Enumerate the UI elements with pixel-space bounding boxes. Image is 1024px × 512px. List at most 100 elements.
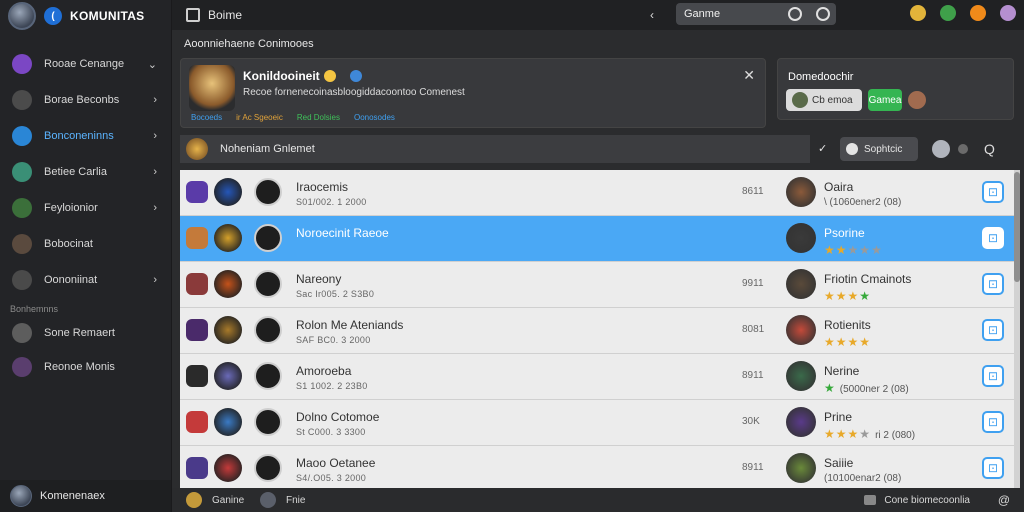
side-card-game-button[interactable]: Gamea: [868, 89, 902, 111]
star-icon: ★: [824, 427, 836, 441]
sidebar-section-item[interactable]: Sone Remaert: [0, 316, 171, 350]
side-card-title: Domedoochir: [788, 71, 854, 83]
game-avatar: [214, 316, 242, 344]
file-icon: [260, 492, 276, 508]
star-icon: ★: [824, 381, 836, 395]
gem-icon[interactable]: [940, 5, 956, 21]
filter-avatar[interactable]: [932, 140, 950, 158]
add-button[interactable]: ⊡: [982, 273, 1004, 295]
game-icon: [186, 492, 202, 508]
mini-avatar: [792, 92, 808, 108]
sidebar-item[interactable]: Bobocinat: [0, 226, 171, 262]
sidebar-item[interactable]: Bonconeninns ›: [0, 118, 171, 154]
row-name: Amoroeba: [296, 364, 352, 378]
player-avatar: [786, 177, 816, 207]
row-player-name: Prine: [824, 410, 853, 424]
game-icon: [186, 319, 208, 341]
sidebar-item-label: Bobocinat: [44, 238, 93, 250]
topbar: Boime ‹ Ganme: [172, 0, 1024, 30]
monitor-icon: [864, 495, 877, 505]
filter-bar[interactable]: Noheniam Gnlemet: [180, 135, 810, 163]
scrollbar-thumb[interactable]: [1014, 172, 1020, 282]
player-avatar: [786, 269, 816, 299]
sidebar-footer-profile[interactable]: Komenenaex: [0, 480, 171, 512]
row-player-subtitle: ★★★★: [824, 335, 871, 349]
sidebar-section-item[interactable]: Reonoe Monis: [0, 350, 171, 384]
player-avatar: [786, 223, 816, 253]
sidebar-item[interactable]: Feyloionior ›: [0, 190, 171, 226]
game-icon: [186, 411, 208, 433]
home-label[interactable]: Boime: [208, 8, 242, 22]
game-avatar: [214, 178, 242, 206]
filter-label: Noheniam Gnlemet: [220, 143, 315, 155]
home-icon[interactable]: [186, 8, 200, 22]
list-row[interactable]: Noroecinit Raeoe Psorine ★★★★★ ⊡: [180, 216, 1014, 262]
settings-icon[interactable]: [816, 7, 830, 21]
help-icon[interactable]: Q: [984, 141, 995, 157]
star-icon: ★: [824, 335, 836, 349]
row-name: Noroecinit Raeoe: [296, 226, 389, 240]
featured-tag[interactable]: Oonosodes: [354, 113, 395, 122]
platform-icon: [254, 454, 282, 482]
statusbar-file[interactable]: Fnie: [260, 492, 305, 508]
list-row[interactable]: Rolon Me Ateniands SAF BC0. 3 2000 8081 Rot…: [180, 308, 1014, 354]
game-icon: [186, 181, 208, 203]
sidebar-item[interactable]: Oononiinat ›: [0, 262, 171, 298]
sidebar-item[interactable]: Borae Beconbs ›: [0, 82, 171, 118]
add-button[interactable]: ⊡: [982, 181, 1004, 203]
row-name: Iraocemis: [296, 180, 349, 194]
featured-card[interactable]: Konildooineit Recoe fornenecoinasbloogid…: [180, 58, 766, 128]
side-card-avatar[interactable]: [908, 91, 926, 109]
brand: ( KOMUNITAS: [0, 0, 171, 32]
sort-button[interactable]: Sophtcic: [840, 137, 918, 161]
star-icon: ★: [871, 243, 883, 257]
add-button[interactable]: ⊡: [982, 365, 1004, 387]
voice-icon[interactable]: [788, 7, 802, 21]
sidebar-list: Rooae Cenange ⌄ Borae Beconbs › Bonconeninns…: [0, 46, 171, 298]
avatar[interactable]: [8, 2, 36, 30]
user-avatar[interactable]: [1000, 5, 1016, 21]
sidebar-item[interactable]: Rooae Cenange ⌄: [0, 46, 171, 82]
featured-title-text: Konildooineit: [243, 69, 320, 83]
player-avatar: [786, 453, 816, 483]
featured-tag[interactable]: ir Ac Sgeoeic: [236, 113, 283, 122]
chevron-right-icon: ›: [153, 166, 157, 178]
platform-icon: [254, 316, 282, 344]
side-card-option-button[interactable]: Cb emoa: [786, 89, 862, 111]
row-name: Nareony: [296, 272, 342, 286]
coin-icon[interactable]: [970, 5, 986, 21]
list-row[interactable]: Dolno Cotomoe St C000. 3 3300 30K Prine ★★★★…: [180, 400, 1014, 446]
sidebar-item-icon: [12, 90, 32, 110]
list-row[interactable]: Maoo Oetanee S4/.O05. 3 2000 8911 Saiiie (10…: [180, 446, 1014, 488]
controller-icon[interactable]: @: [998, 493, 1010, 507]
close-button[interactable]: ✕: [743, 67, 755, 84]
add-button[interactable]: ⊡: [982, 319, 1004, 341]
add-button[interactable]: ⊡: [982, 457, 1004, 479]
star-icon: ★: [859, 243, 872, 257]
game-icon: [186, 365, 208, 387]
search-input[interactable]: Ganme: [676, 3, 836, 25]
row-count: 8911: [742, 370, 764, 381]
sort-icon: [846, 143, 858, 155]
add-button[interactable]: ⊡: [982, 411, 1004, 433]
featured-tag[interactable]: Red Dolsies: [297, 113, 340, 122]
sidebar-item-label: Borae Beconbs: [44, 94, 120, 106]
star-icon: ★: [835, 427, 848, 441]
list-row[interactable]: Iraocemis S01/002. 1 2000 8611 Oaira \ (1060…: [180, 170, 1014, 216]
profile-avatar: [10, 485, 32, 507]
notification-icon[interactable]: [910, 5, 926, 21]
check-icon[interactable]: ✓: [818, 142, 827, 155]
list-row[interactable]: Nareony Sac Ir005. 2 S3B0 9911 Friotin Cmai…: [180, 262, 1014, 308]
game-list: Iraocemis S01/002. 1 2000 8611 Oaira \ (1060…: [180, 170, 1020, 488]
star-icon: ★: [859, 289, 872, 303]
row-count: 8911: [742, 462, 764, 473]
sidebar-item-icon: [12, 234, 32, 254]
statusbar-games[interactable]: Ganine: [186, 492, 244, 508]
row-player-subtitle: (10100enar2 (08): [824, 473, 902, 484]
sidebar-item[interactable]: Betiee Carlia ›: [0, 154, 171, 190]
list-row[interactable]: Amoroeba S1 1002. 2 23B0 8911 Nerine ★ (5000n…: [180, 354, 1014, 400]
featured-tag[interactable]: Bocoeds: [191, 113, 222, 122]
sidebar-item-label: Sone Remaert: [44, 327, 115, 339]
back-button[interactable]: ‹: [650, 8, 654, 22]
add-button[interactable]: ⊡: [982, 227, 1004, 249]
